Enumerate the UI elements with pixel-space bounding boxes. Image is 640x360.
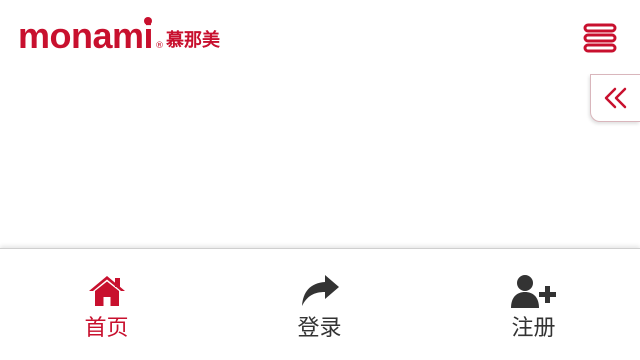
nav-icon-wrapper (0, 271, 213, 311)
logo-registered-mark: ® (155, 41, 165, 51)
brand-logo[interactable]: monami ® 慕那美 (18, 15, 221, 56)
nav-label-register: 注册 (511, 316, 556, 341)
nav-item-register[interactable]: 注册 (427, 249, 640, 360)
header: monami ® 慕那美 (0, 0, 640, 80)
user-plus-icon (510, 275, 556, 308)
nav-label-home: 首页 (84, 316, 129, 341)
menu-button[interactable] (582, 22, 618, 54)
page: monami ® 慕那美 首页 登录 注册 (0, 0, 640, 360)
nav-item-home[interactable]: 首页 (0, 249, 213, 360)
nav-item-login[interactable]: 登录 (213, 249, 426, 360)
bottom-navigation: 首页 登录 注册 (0, 248, 640, 360)
nav-label-login: 登录 (297, 316, 342, 341)
nav-icon-wrapper (427, 271, 640, 311)
double-chevron-left-icon (604, 87, 626, 109)
hamburger-menu-icon (583, 23, 617, 53)
share-arrow-icon (301, 275, 339, 306)
nav-icon-wrapper (213, 271, 426, 311)
logo-wordmark: monami (18, 15, 154, 56)
logo-text: monami (18, 15, 154, 56)
home-icon (88, 276, 125, 306)
side-panel-toggle[interactable] (590, 74, 640, 122)
logo-chinese-name: 慕那美 (166, 30, 221, 51)
logo-dot-icon (144, 17, 153, 25)
